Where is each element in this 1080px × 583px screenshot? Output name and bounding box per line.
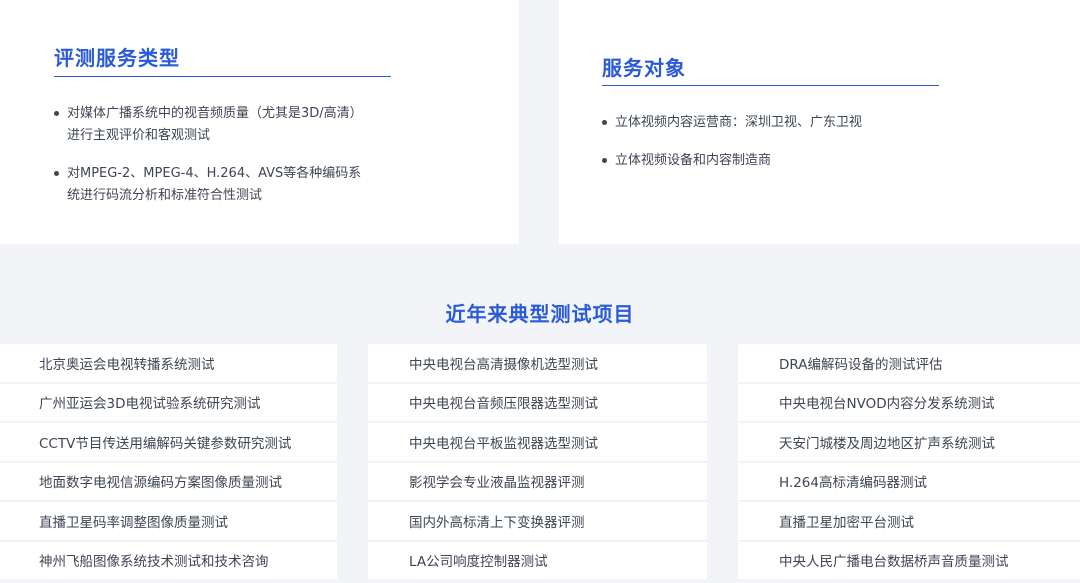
projects-section-title: 近年来典型测试项目 — [445, 302, 635, 326]
project-row: 天安门城楼及周边地区扩声系统测试 — [738, 423, 1080, 461]
list-item-text: 立体视频设备和内容制造商 — [615, 153, 772, 168]
project-row: 中央电视台高清摄像机选型测试 — [368, 344, 707, 382]
project-row: 直播卫星加密平台测试 — [738, 502, 1080, 540]
project-row: CCTV节目传送用编解码关键参数研究测试 — [0, 423, 337, 461]
project-row: 地面数字电视信源编码方案图像质量测试 — [0, 462, 337, 500]
service-targets-list: 立体视频内容运营商：深圳卫视、广东卫视 立体视频设备和内容制造商 — [602, 112, 1002, 172]
list-item-text: 立体视频内容运营商：深圳卫视、广东卫视 — [615, 115, 863, 130]
project-row: 广州亚运会3D电视试验系统研究测试 — [0, 383, 337, 421]
projects-column-1: 北京奥运会电视转播系统测试 广州亚运会3D电视试验系统研究测试 CCTV节目传送… — [0, 344, 337, 581]
list-item-line: 对MPEG-2、MPEG-4、H.264、AVS等各种编码系 — [67, 166, 362, 181]
project-row: 国内外高标清上下变换器评测 — [368, 502, 707, 540]
project-row: DRA编解码设备的测试评估 — [738, 344, 1080, 382]
list-item: 立体视频设备和内容制造商 — [602, 150, 1002, 172]
list-item: 对MPEG-2、MPEG-4、H.264、AVS等各种编码系 统进行码流分析和标… — [54, 163, 394, 207]
project-row: 中央人民广播电台数据桥声音质量测试 — [738, 541, 1080, 579]
project-row: 北京奥运会电视转播系统测试 — [0, 344, 337, 382]
project-row: H.264高标清编码器测试 — [738, 462, 1080, 500]
bullet-icon — [602, 120, 607, 125]
list-item: 对媒体广播系统中的视音频质量（尤其是3D/高清） 进行主观评价和客观测试 — [54, 103, 394, 147]
project-row: 中央电视台平板监视器选型测试 — [368, 423, 707, 461]
list-item-line: 进行主观评价和客观测试 — [67, 128, 211, 143]
project-row: 中央电视台NVOD内容分发系统测试 — [738, 383, 1080, 421]
list-item-line: 统进行码流分析和标准符合性测试 — [67, 188, 263, 203]
service-types-list: 对媒体广播系统中的视音频质量（尤其是3D/高清） 进行主观评价和客观测试 对MP… — [54, 103, 394, 207]
service-types-title: 评测服务类型 — [54, 46, 180, 70]
service-targets-title: 服务对象 — [602, 56, 686, 80]
service-types-card: 评测服务类型 对媒体广播系统中的视音频质量（尤其是3D/高清） 进行主观评价和客… — [0, 0, 519, 244]
bullet-icon — [602, 158, 607, 163]
projects-column-2: 中央电视台高清摄像机选型测试 中央电视台音频压限器选型测试 中央电视台平板监视器… — [368, 344, 707, 581]
bullet-icon — [54, 111, 59, 116]
service-targets-card: 服务对象 立体视频内容运营商：深圳卫视、广东卫视 立体视频设备和内容制造商 — [559, 0, 1080, 244]
service-targets-underline — [602, 85, 939, 86]
service-types-underline — [54, 76, 391, 77]
list-item-line: 对媒体广播系统中的视音频质量（尤其是3D/高清） — [67, 106, 363, 121]
project-row: 中央电视台音频压限器选型测试 — [368, 383, 707, 421]
project-row: 影视学会专业液晶监视器评测 — [368, 462, 707, 500]
project-row: 直播卫星码率调整图像质量测试 — [0, 502, 337, 540]
project-row: LA公司响度控制器测试 — [368, 541, 707, 579]
list-item: 立体视频内容运营商：深圳卫视、广东卫视 — [602, 112, 1002, 134]
project-row: 神州飞船图像系统技术测试和技术咨询 — [0, 541, 337, 579]
bullet-icon — [54, 171, 59, 176]
projects-column-3: DRA编解码设备的测试评估 中央电视台NVOD内容分发系统测试 天安门城楼及周边… — [738, 344, 1080, 581]
